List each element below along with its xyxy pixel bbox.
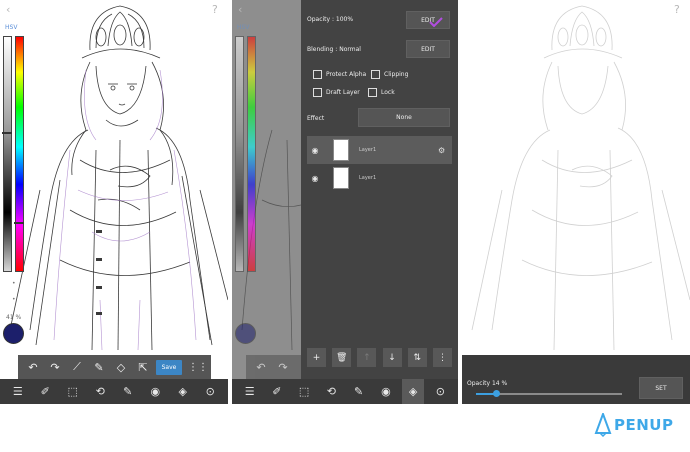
faded-sketch-canvas[interactable] <box>462 0 690 355</box>
checkmark-icon <box>429 17 443 27</box>
brightness-strip[interactable] <box>3 36 12 272</box>
hue-strip[interactable] <box>247 36 256 272</box>
more-icon[interactable]: ⊙ <box>199 385 221 398</box>
color-picker-sidebar: HSV <box>232 22 259 352</box>
menu-icon[interactable]: ☰ <box>7 385 29 398</box>
layer-name: Layer1 <box>359 147 377 153</box>
select-icon[interactable]: ⬚ <box>293 385 315 398</box>
grid-icon[interactable]: ⋮⋮ <box>188 362 208 373</box>
drawing-panel-opacity: ? Opacity 14 % SET <box>462 0 690 404</box>
layer-thumbnail <box>333 139 349 161</box>
checkbox-box[interactable] <box>313 88 322 97</box>
opacity-slider-handle[interactable] <box>493 390 500 397</box>
opacity-slider-icon[interactable]: • <box>12 296 16 303</box>
draft-layer-checkbox[interactable]: Draft Layer <box>313 88 360 97</box>
lock-checkbox[interactable]: Lock <box>368 88 395 97</box>
brush-icon[interactable]: ✎ <box>117 385 139 398</box>
protect-alpha-checkbox[interactable]: Protect Alpha <box>313 70 366 79</box>
select-icon[interactable]: ⬚ <box>62 385 84 398</box>
current-color-swatch[interactable] <box>235 323 256 344</box>
visibility-eye-icon[interactable]: ◉ <box>307 174 323 183</box>
brightness-marker[interactable] <box>2 132 12 134</box>
effect-dropdown[interactable]: None <box>358 108 450 127</box>
layer-row[interactable]: ◉ Layer1 <box>307 164 452 192</box>
quick-tool-popup: ↶ ↷ <box>246 355 302 379</box>
undo-icon[interactable]: ↶ <box>22 355 44 379</box>
screenshot-collage: ‹ ? HSV • • 41 % ↶ ↷ ⟋ ✎ ◇ ⇱ Save ⋮⋮ ☰ ✐… <box>0 0 690 452</box>
more-icon[interactable]: ⊙ <box>429 385 451 398</box>
zoom-level: 41 % <box>6 314 22 321</box>
undo-icon[interactable]: ↶ <box>250 355 272 379</box>
back-icon[interactable]: ‹ <box>238 3 242 16</box>
edit-icon[interactable]: ✐ <box>266 385 288 398</box>
penup-logo: PENUP <box>594 413 673 437</box>
help-icon[interactable]: ? <box>212 3 218 16</box>
effect-label: Effect <box>307 115 325 122</box>
redo-icon[interactable]: ↷ <box>44 355 66 379</box>
protect-alpha-label: Protect Alpha <box>326 71 367 78</box>
lock-label: Lock <box>381 89 395 96</box>
checkbox-box[interactable] <box>371 70 380 79</box>
eyedropper-icon[interactable]: ⟋ <box>66 355 88 379</box>
gear-icon[interactable]: ⚙ <box>438 146 452 155</box>
current-color-swatch[interactable] <box>3 323 24 344</box>
opacity-value-label: Opacity 14 % <box>467 380 508 387</box>
edit-icon[interactable]: ✐ <box>34 385 56 398</box>
edit-blending-button[interactable]: EDIT <box>406 40 450 58</box>
opacity-slider[interactable] <box>476 390 622 397</box>
clipping-checkbox[interactable]: Clipping <box>371 70 408 79</box>
draft-layer-label: Draft Layer <box>326 89 360 96</box>
brush-icon[interactable]: ✎ <box>348 385 370 398</box>
move-down-icon[interactable]: ↓ <box>382 348 402 367</box>
pen-icon[interactable]: ✎ <box>88 355 110 379</box>
checkbox-box[interactable] <box>313 70 322 79</box>
palette-icon[interactable]: ◉ <box>375 385 397 398</box>
hue-strip[interactable] <box>15 36 24 272</box>
rotate-icon[interactable]: ⟲ <box>89 385 111 398</box>
checkbox-box[interactable] <box>368 88 377 97</box>
penup-logo-mark-icon <box>594 413 612 437</box>
palette-icon[interactable]: ◉ <box>144 385 166 398</box>
blending-label: Blending : Normal <box>307 46 361 53</box>
color-mode-label[interactable]: HSV <box>5 24 17 31</box>
color-mode-label[interactable]: HSV <box>237 24 249 31</box>
more-options-icon[interactable]: ⋮ <box>432 348 452 367</box>
back-icon[interactable]: ‹ <box>6 3 10 16</box>
size-slider-icon[interactable]: • <box>12 280 16 287</box>
layer-actions-bar: + 🗑 ↑ ↓ ⇅ ⋮ <box>307 348 452 372</box>
move-up-icon[interactable]: ↑ <box>357 348 377 367</box>
visibility-eye-icon[interactable]: ◉ <box>307 146 323 155</box>
help-icon[interactable]: ? <box>674 3 680 16</box>
layer-settings-panel: Opacity : 100% EDIT Blending : Normal ED… <box>301 0 458 379</box>
export-icon[interactable]: ⇱ <box>132 355 154 379</box>
layers-icon[interactable]: ◈ <box>172 385 194 398</box>
drawing-panel-layers: ‹ HSV ↶ ↷ Opacity : 100% EDIT Blending :… <box>232 0 458 404</box>
redo-icon[interactable]: ↷ <box>272 355 294 379</box>
brightness-strip[interactable] <box>235 36 244 272</box>
eraser-icon[interactable]: ◇ <box>110 355 132 379</box>
layer-name: Layer1 <box>359 175 377 181</box>
bottom-toolbar: ☰ ✐ ⬚ ⟲ ✎ ◉ ◈ ⊙ <box>232 379 458 404</box>
hue-marker[interactable] <box>14 222 24 224</box>
clipping-label: Clipping <box>384 71 409 78</box>
merge-layer-icon[interactable]: ⇅ <box>407 348 427 367</box>
layer-thumbnail <box>333 167 349 189</box>
save-button[interactable]: Save <box>156 359 182 375</box>
layers-icon[interactable]: ◈ <box>402 379 425 404</box>
layer-opacity-bar: Opacity 14 % SET <box>462 355 690 404</box>
layer-row[interactable]: ◉ Layer1 ⚙ <box>307 136 452 164</box>
color-picker-sidebar: HSV • • 41 % <box>0 22 27 352</box>
penup-logo-text: PENUP <box>614 416 674 434</box>
bottom-toolbar: ☰ ✐ ⬚ ⟲ ✎ ◉ ◈ ⊙ <box>0 379 228 404</box>
quick-tool-popup: ↶ ↷ ⟋ ✎ ◇ ⇱ Save ⋮⋮ <box>18 355 211 379</box>
layer-opacity-label: Opacity : 100% <box>307 16 354 23</box>
edit-opacity-button[interactable]: EDIT <box>406 11 450 29</box>
sketch-canvas[interactable] <box>0 0 228 404</box>
add-layer-icon[interactable]: + <box>307 348 326 367</box>
rotate-icon[interactable]: ⟲ <box>320 385 342 398</box>
drawing-panel-tools: ‹ ? HSV • • 41 % ↶ ↷ ⟋ ✎ ◇ ⇱ Save ⋮⋮ ☰ ✐… <box>0 0 228 404</box>
menu-icon[interactable]: ☰ <box>239 385 261 398</box>
set-button[interactable]: SET <box>639 377 683 399</box>
delete-layer-icon[interactable]: 🗑 <box>332 348 352 367</box>
